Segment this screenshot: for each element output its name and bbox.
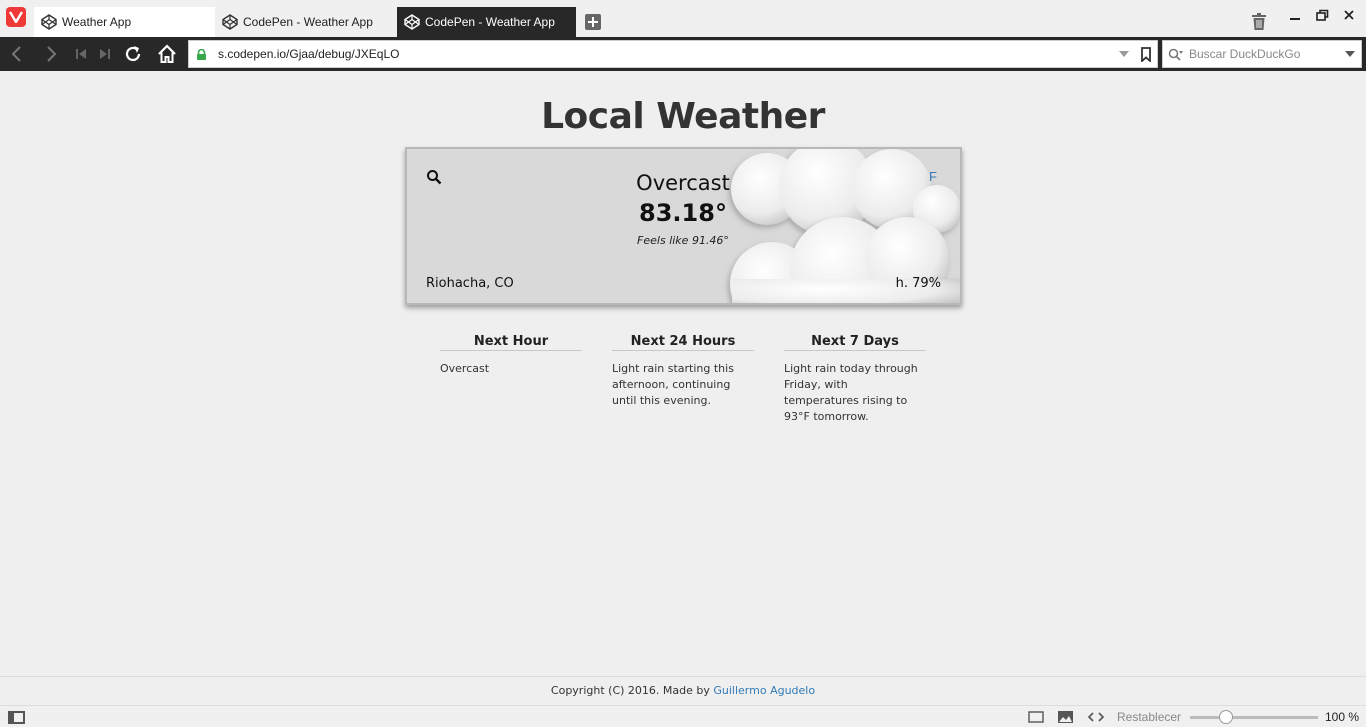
vivaldi-logo-icon	[9, 11, 23, 23]
restore-icon[interactable]	[1312, 8, 1332, 24]
codepen-icon	[404, 14, 420, 30]
forecast-next-7-days: Next 7 Days Light rain today through Fri…	[784, 334, 926, 425]
page-content: Local Weather Overcast 83.18° Feels like…	[0, 71, 1366, 705]
current-condition: Overcast	[636, 171, 730, 195]
tab-label: Weather App	[62, 15, 132, 29]
forecast-next-24-hours: Next 24 Hours Light rain starting this a…	[612, 334, 754, 409]
forecast-heading: Next Hour	[440, 334, 582, 351]
unit-toggle-button[interactable]: F	[929, 169, 937, 184]
zoom-level: 100 %	[1325, 710, 1360, 724]
footer-copyright: Copyright (C) 2016. Made by	[550, 684, 710, 697]
page-title: Local Weather	[541, 96, 825, 137]
image-icon[interactable]	[1057, 710, 1074, 724]
codepen-icon	[222, 14, 238, 30]
zoom-reset-button[interactable]: Restablecer	[1117, 710, 1181, 724]
tab-codepen-weather-app-active[interactable]: CodePen - Weather App	[397, 7, 576, 37]
tab-codepen-weather-app[interactable]: CodePen - Weather App	[215, 7, 396, 37]
trash-icon[interactable]	[1252, 13, 1266, 30]
tab-bar: Weather App CodePen - Weather App CodePe…	[0, 0, 1366, 37]
zoom-slider-handle[interactable]	[1219, 710, 1233, 724]
forecast-summary: Light rain today through Friday, with te…	[784, 362, 918, 423]
vivaldi-menu-button[interactable]	[6, 7, 26, 27]
panel-toggle-icon[interactable]	[8, 711, 25, 724]
code-icon[interactable]	[1087, 710, 1105, 724]
bookmark-icon[interactable]	[1140, 47, 1152, 62]
author-link[interactable]: Guillermo Agudelo	[713, 684, 815, 697]
forecast-heading: Next 7 Days	[784, 334, 926, 351]
search-icon[interactable]	[426, 169, 442, 185]
address-bar: s.codepen.io/Gjaa/debug/JXEqLO	[0, 37, 1366, 71]
new-tab-button[interactable]	[585, 14, 601, 30]
chevron-down-icon[interactable]	[1118, 48, 1130, 60]
tab-label: CodePen - Weather App	[425, 15, 555, 29]
feels-like-temperature: Feels like 91.46°	[637, 234, 729, 247]
current-weather-card: Overcast 83.18° Feels like 91.46° F Rioh…	[405, 147, 962, 305]
forecast-next-hour: Next Hour Overcast	[440, 334, 582, 377]
current-temperature: 83.18°	[639, 199, 727, 227]
forecast-summary: Light rain starting this afternoon, cont…	[612, 362, 734, 407]
url-field[interactable]: s.codepen.io/Gjaa/debug/JXEqLO	[188, 40, 1158, 68]
forward-icon[interactable]	[40, 43, 62, 65]
lock-icon	[197, 49, 206, 60]
fast-forward-icon[interactable]	[94, 43, 116, 65]
page-tiling-icon[interactable]	[1028, 710, 1044, 724]
rewind-icon[interactable]	[70, 43, 92, 65]
page-footer: Copyright (C) 2016. Made by Guillermo Ag…	[0, 676, 1366, 705]
search-icon	[1168, 48, 1183, 61]
search-input[interactable]	[1189, 45, 1339, 63]
status-bar: Restablecer 100 %	[0, 705, 1366, 727]
humidity-label: h. 79%	[895, 276, 941, 291]
back-icon[interactable]	[6, 43, 28, 65]
tab-weather-app[interactable]: Weather App	[34, 7, 215, 37]
chevron-down-icon[interactable]	[1344, 49, 1356, 59]
location-label: Riohacha, CO	[426, 276, 514, 291]
zoom-slider[interactable]	[1190, 710, 1318, 724]
home-icon[interactable]	[156, 43, 178, 65]
close-icon[interactable]	[1339, 8, 1359, 24]
minimize-icon[interactable]	[1285, 8, 1305, 24]
forecast-summary: Overcast	[440, 362, 490, 375]
url-text: s.codepen.io/Gjaa/debug/JXEqLO	[218, 47, 400, 61]
reload-icon[interactable]	[122, 43, 144, 65]
search-field[interactable]	[1162, 40, 1362, 68]
codepen-icon	[41, 14, 57, 30]
tab-label: CodePen - Weather App	[243, 15, 373, 29]
forecast-heading: Next 24 Hours	[612, 334, 754, 351]
